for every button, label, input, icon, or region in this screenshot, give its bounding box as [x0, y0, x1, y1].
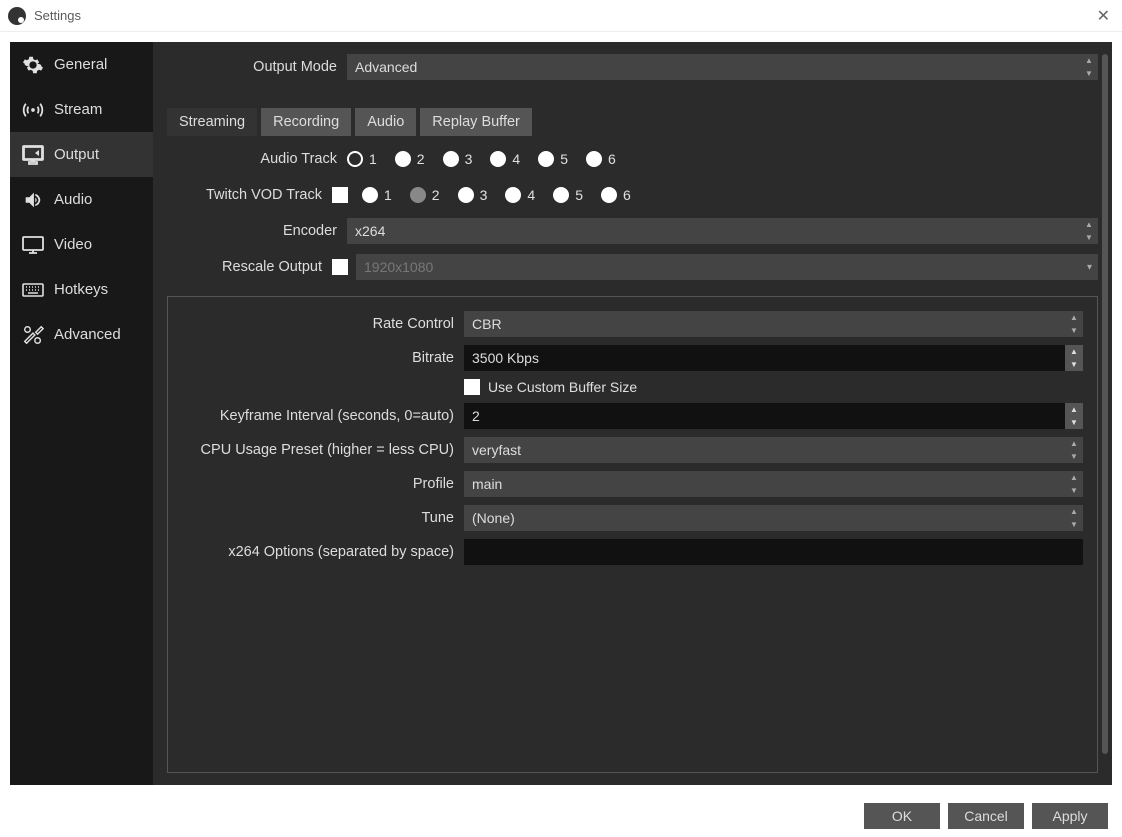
- twitch-vod-radio-3[interactable]: 3: [458, 187, 488, 203]
- sidebar-item-label: Hotkeys: [54, 281, 108, 298]
- sidebar-item-label: Video: [54, 236, 92, 253]
- titlebar: Settings ✕: [0, 0, 1122, 32]
- ok-button[interactable]: OK: [864, 803, 940, 829]
- audio-track-radio-3[interactable]: 3: [443, 151, 473, 167]
- keyboard-icon: [20, 278, 46, 302]
- spinner-icon: ▲▼: [1080, 54, 1098, 80]
- profile-select[interactable]: main ▲▼: [464, 471, 1083, 497]
- audio-track-radio-1[interactable]: 1: [347, 151, 377, 167]
- keyframe-label: Keyframe Interval (seconds, 0=auto): [174, 408, 464, 424]
- output-mode-select[interactable]: Advanced ▲▼: [347, 54, 1098, 80]
- twitch-vod-radio-5[interactable]: 5: [553, 187, 583, 203]
- sidebar-item-label: General: [54, 56, 107, 73]
- spinner-icon: ▲▼: [1065, 437, 1083, 463]
- display-icon: [20, 233, 46, 257]
- antenna-icon: [20, 99, 46, 121]
- sidebar-item-advanced[interactable]: Advanced: [10, 312, 153, 357]
- down-arrow-icon[interactable]: ▼: [1065, 358, 1083, 371]
- spinner-icon: ▲▼: [1065, 471, 1083, 497]
- up-arrow-icon[interactable]: ▲: [1065, 345, 1083, 358]
- sidebar-item-output[interactable]: Output: [10, 132, 153, 177]
- profile-label: Profile: [174, 476, 464, 492]
- twitch-vod-radio-1[interactable]: 1: [362, 187, 392, 203]
- sidebar-item-stream[interactable]: Stream: [10, 87, 153, 132]
- twitch-vod-radio-4[interactable]: 4: [505, 187, 535, 203]
- tune-label: Tune: [174, 510, 464, 526]
- speaker-icon: [20, 189, 46, 211]
- rate-control-select[interactable]: CBR ▲▼: [464, 311, 1083, 337]
- x264-opts-label: x264 Options (separated by space): [174, 544, 464, 560]
- apply-button[interactable]: Apply: [1032, 803, 1108, 829]
- rescale-select[interactable]: 1920x1080 ▾: [356, 254, 1098, 280]
- tab-replay-buffer[interactable]: Replay Buffer: [420, 108, 532, 136]
- app-logo-icon: [8, 7, 26, 25]
- keyframe-input[interactable]: 2 ▲▼: [464, 403, 1083, 429]
- main-panel: Output Mode Advanced ▲▼ Streaming Record…: [153, 42, 1112, 785]
- twitch-vod-radio-6[interactable]: 6: [601, 187, 631, 203]
- sidebar-item-hotkeys[interactable]: Hotkeys: [10, 267, 153, 312]
- up-arrow-icon[interactable]: ▲: [1065, 403, 1083, 416]
- bitrate-input[interactable]: 3500 Kbps ▲▼: [464, 345, 1083, 371]
- cpu-preset-select[interactable]: veryfast ▲▼: [464, 437, 1083, 463]
- sidebar-item-label: Advanced: [54, 326, 121, 343]
- spinner-icon: ▲▼: [1065, 311, 1083, 337]
- spinner-icon: ▲▼: [1065, 505, 1083, 531]
- twitch-vod-radio-2[interactable]: 2: [410, 187, 440, 203]
- sidebar: General Stream Output Audio: [10, 42, 153, 785]
- bitrate-label: Bitrate: [174, 350, 464, 366]
- chevron-down-icon: ▾: [1087, 262, 1092, 273]
- rescale-label: Rescale Output: [167, 259, 332, 275]
- audio-track-radio-6[interactable]: 6: [586, 151, 616, 167]
- tune-select[interactable]: (None) ▲▼: [464, 505, 1083, 531]
- encoder-label: Encoder: [167, 223, 347, 239]
- custom-buffer-label: Use Custom Buffer Size: [488, 379, 637, 395]
- twitch-vod-checkbox[interactable]: [332, 187, 348, 203]
- rate-control-label: Rate Control: [174, 316, 464, 332]
- tab-streaming[interactable]: Streaming: [167, 108, 257, 136]
- x264-opts-input[interactable]: [464, 539, 1083, 565]
- spinner-icon: ▲▼: [1080, 218, 1098, 244]
- audio-track-label: Audio Track: [167, 151, 347, 167]
- window-title: Settings: [34, 8, 81, 23]
- down-arrow-icon[interactable]: ▼: [1065, 416, 1083, 429]
- rescale-checkbox[interactable]: [332, 259, 348, 275]
- scrollbar[interactable]: [1102, 54, 1108, 754]
- audio-track-radio-5[interactable]: 5: [538, 151, 568, 167]
- monitor-icon: [20, 143, 46, 167]
- encoder-select[interactable]: x264 ▲▼: [347, 218, 1098, 244]
- audio-track-radio-2[interactable]: 2: [395, 151, 425, 167]
- sidebar-item-video[interactable]: Video: [10, 222, 153, 267]
- footer: OK Cancel Apply: [0, 795, 1122, 837]
- tools-icon: [20, 324, 46, 346]
- output-mode-label: Output Mode: [167, 59, 347, 75]
- tab-recording[interactable]: Recording: [261, 108, 351, 136]
- gear-icon: [20, 54, 46, 76]
- sidebar-item-general[interactable]: General: [10, 42, 153, 87]
- audio-track-radio-4[interactable]: 4: [490, 151, 520, 167]
- sidebar-item-audio[interactable]: Audio: [10, 177, 153, 222]
- output-tabs: Streaming Recording Audio Replay Buffer: [167, 108, 1098, 136]
- tab-audio[interactable]: Audio: [355, 108, 416, 136]
- cpu-preset-label: CPU Usage Preset (higher = less CPU): [174, 442, 464, 458]
- twitch-vod-label: Twitch VOD Track: [167, 187, 332, 203]
- close-icon[interactable]: ✕: [1097, 6, 1110, 26]
- encoder-settings-panel: Rate Control CBR ▲▼ Bitrate 3500 Kbps ▲▼: [167, 296, 1098, 773]
- cancel-button[interactable]: Cancel: [948, 803, 1024, 829]
- sidebar-item-label: Audio: [54, 191, 92, 208]
- sidebar-item-label: Stream: [54, 101, 102, 118]
- sidebar-item-label: Output: [54, 146, 99, 163]
- custom-buffer-checkbox[interactable]: [464, 379, 480, 395]
